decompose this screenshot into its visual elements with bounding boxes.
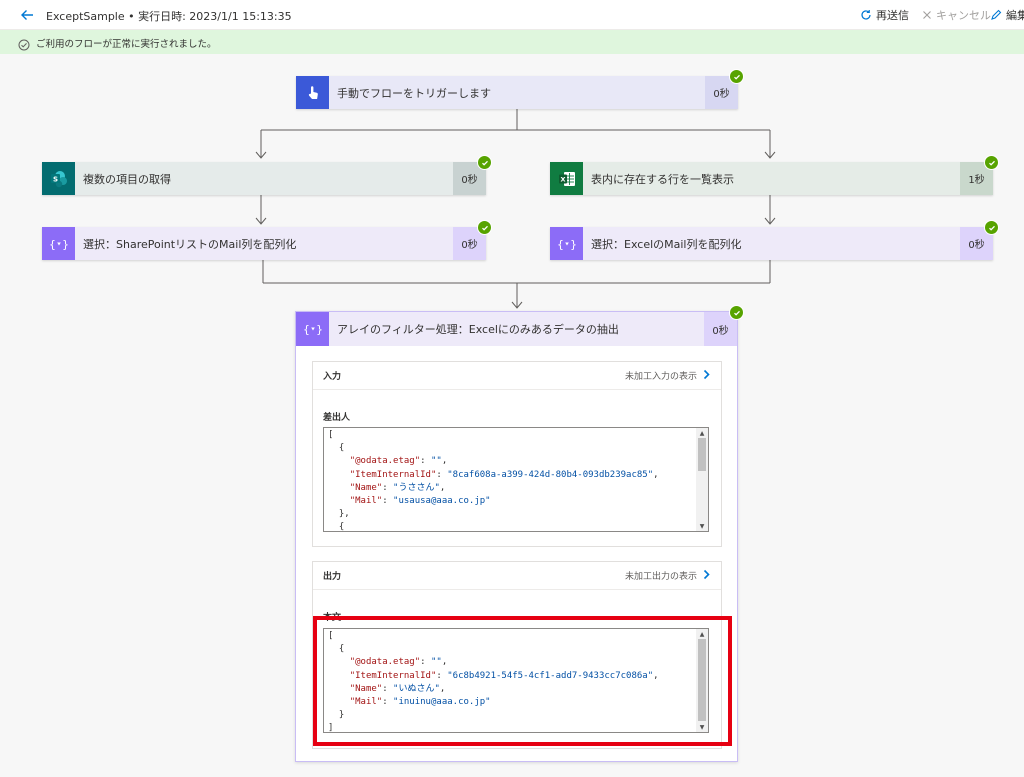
filter-array-panel: { } アレイのフィルター処理：Excelにのみあるデータの抽出 0秒 入力 未… xyxy=(295,305,744,762)
from-json-text: [ { "@odata.etag": "", "ItemInternalId":… xyxy=(328,429,690,532)
body-field-label: 本文 xyxy=(323,613,342,623)
code-line: [ xyxy=(328,631,334,641)
success-check-icon xyxy=(729,69,744,84)
excel-list-rows-label: 表内に存在する行を一覧表示 xyxy=(591,172,734,186)
success-check-icon xyxy=(984,155,999,170)
code-line: "Mail": "usausa@aaa.co.jp" xyxy=(349,496,491,507)
curly-braces-icon: { } xyxy=(42,227,75,260)
scroll-up-arrow-icon[interactable]: ▲ xyxy=(696,428,708,438)
success-check-icon xyxy=(477,155,492,170)
outputs-section-title: 出力 xyxy=(323,572,342,582)
select-excel-card[interactable]: { } 選択：ExcelのMail列を配列化 0秒 xyxy=(550,220,999,260)
show-raw-inputs-link[interactable]: 未加工入力の表示 xyxy=(625,369,711,383)
vertical-scrollbar[interactable]: ▲ ▼ xyxy=(696,428,708,531)
code-line: "Name": "いぬさん", xyxy=(349,683,446,694)
trigger-step-card[interactable]: 手動でフローをトリガーします 0秒 xyxy=(296,69,744,109)
touch-hand-icon xyxy=(296,76,329,109)
scroll-down-arrow-icon[interactable]: ▼ xyxy=(696,521,708,531)
code-line: "Mail": "inuinu@aaa.co.jp" xyxy=(349,697,491,708)
code-line: { xyxy=(328,443,345,454)
excel-icon: X xyxy=(550,162,583,195)
scroll-down-arrow-icon[interactable]: ▼ xyxy=(696,722,708,732)
code-line: { xyxy=(328,522,345,532)
code-line: "ItemInternalId": "6c8b4921-54f5-4cf1-ad… xyxy=(349,670,659,681)
chevron-right-icon xyxy=(703,569,711,583)
show-raw-outputs-label: 未加工出力の表示 xyxy=(624,572,697,582)
code-line: }, xyxy=(328,509,350,520)
body-json-text: [ { "@odata.etag": "", "ItemInternalId":… xyxy=(328,630,690,733)
chevron-right-icon xyxy=(703,369,711,383)
success-check-icon xyxy=(729,305,744,320)
success-check-icon xyxy=(477,220,492,235)
curly-braces-icon: { } xyxy=(296,312,329,346)
select-sharepoint-label: 選択：SharePointリストのMail列を配列化 xyxy=(83,237,297,251)
curly-braces-icon: { } xyxy=(550,227,583,260)
code-line: [ xyxy=(328,430,334,440)
code-line: "@odata.etag": "", xyxy=(349,657,448,668)
sharepoint-icon: S xyxy=(42,162,75,195)
select-sharepoint-card[interactable]: { } 選択：SharePointリストのMail列を配列化 0秒 xyxy=(42,220,492,260)
show-raw-inputs-label: 未加工入力の表示 xyxy=(624,372,697,382)
filter-array-label: アレイのフィルター処理：Excelにのみあるデータの抽出 xyxy=(337,323,619,336)
from-field-label: 差出人 xyxy=(323,413,351,423)
inputs-section: 入力 未加工入力の表示 差出人 [ { "@odata.etag": "", "… xyxy=(312,361,722,547)
success-check-icon xyxy=(984,220,999,235)
select-excel-label: 選択：ExcelのMail列を配列化 xyxy=(591,237,742,251)
outputs-section: 出力 未加工出力の表示 本文 [ { "@odata.etag": "", "I… xyxy=(312,561,722,749)
show-raw-outputs-link[interactable]: 未加工出力の表示 xyxy=(625,569,711,583)
code-line: "Name": "うささん", xyxy=(349,482,446,493)
scroll-thumb[interactable] xyxy=(698,639,706,721)
svg-text:X: X xyxy=(560,175,565,183)
from-json-viewer[interactable]: [ { "@odata.etag": "", "ItemInternalId":… xyxy=(323,427,709,532)
scroll-thumb[interactable] xyxy=(698,438,706,471)
inputs-section-header: 入力 未加工入力の表示 xyxy=(313,362,721,390)
svg-text:S: S xyxy=(52,175,57,183)
code-line: "@odata.etag": "", xyxy=(349,456,448,467)
code-line: { xyxy=(328,644,345,655)
filter-array-header[interactable]: { } アレイのフィルター処理：Excelにのみあるデータの抽出 0秒 xyxy=(296,305,744,346)
code-line: "ItemInternalId": "8caf608a-a399-424d-80… xyxy=(349,469,659,480)
outputs-section-header: 出力 未加工出力の表示 xyxy=(313,562,721,590)
sharepoint-get-items-label: 複数の項目の取得 xyxy=(83,172,171,186)
vertical-scrollbar[interactable]: ▲ ▼ xyxy=(696,629,708,732)
sharepoint-get-items-card[interactable]: S 複数の項目の取得 0秒 xyxy=(42,155,492,195)
code-line: ] xyxy=(328,723,334,733)
trigger-step-label: 手動でフローをトリガーします xyxy=(337,86,491,100)
excel-list-rows-card[interactable]: X 表内に存在する行を一覧表示 1秒 xyxy=(550,155,999,195)
inputs-section-title: 入力 xyxy=(323,372,342,382)
code-line: } xyxy=(328,710,345,721)
scroll-up-arrow-icon[interactable]: ▲ xyxy=(696,629,708,639)
body-json-viewer[interactable]: [ { "@odata.etag": "", "ItemInternalId":… xyxy=(323,628,709,733)
